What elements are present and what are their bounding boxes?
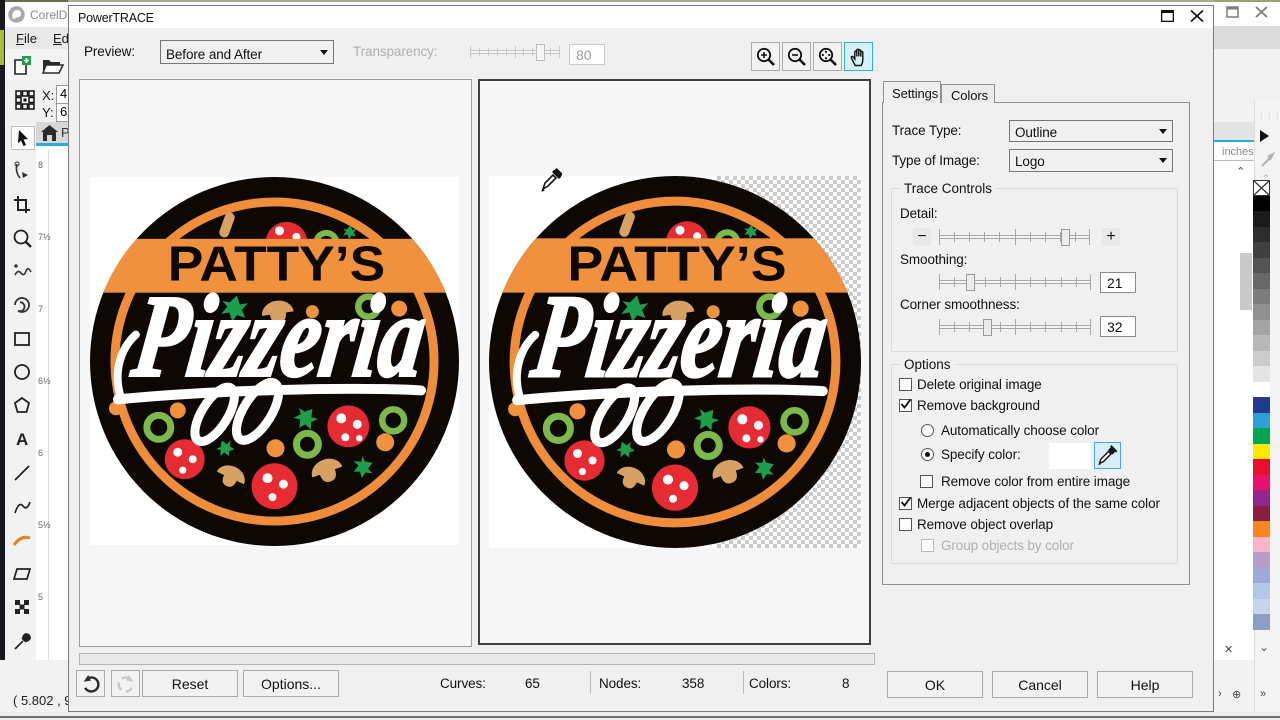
svg-text:A: A	[16, 430, 28, 449]
